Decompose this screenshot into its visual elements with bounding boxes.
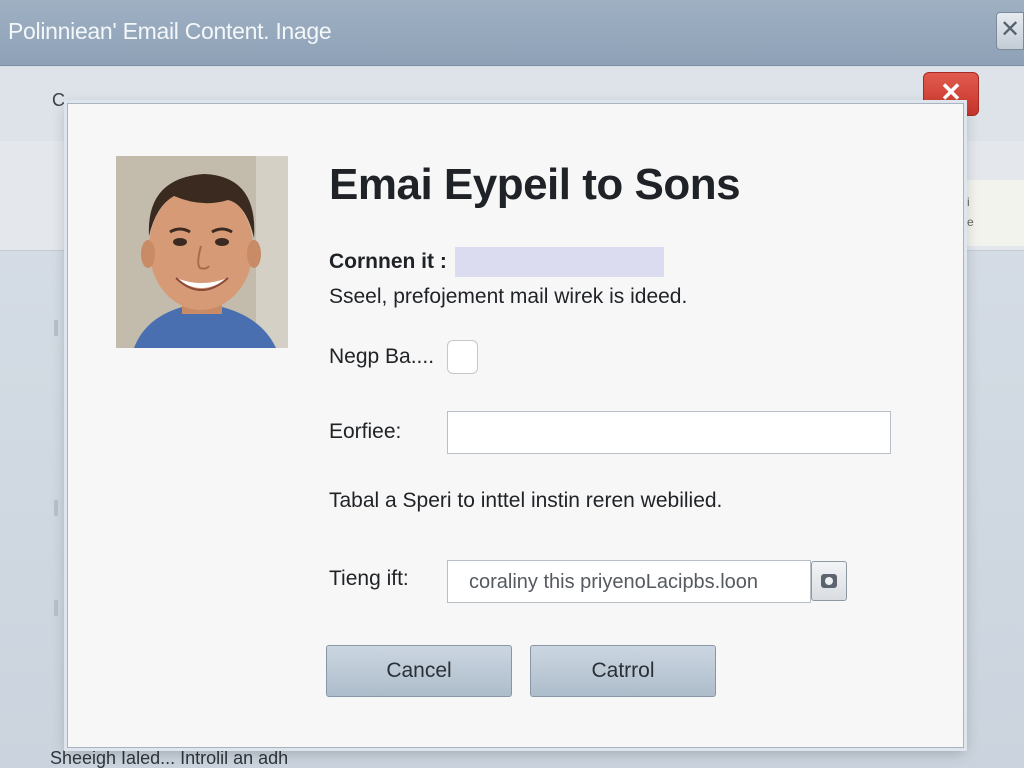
background-divider [54,600,58,616]
url-input[interactable]: coraliny this priyenoLacipbs.loon [447,560,811,603]
window-title: Polinniean' Email Content. Inage [8,18,332,44]
dialog-title: Emai Eypeil to Sons [329,160,741,209]
background-side-card: i e [958,180,1024,246]
field-input[interactable] [447,411,891,454]
cancel-button[interactable]: Cancel [326,645,512,697]
avatar [116,156,288,348]
background-divider [54,500,58,516]
background-side-text: i e [967,195,974,229]
background-divider [54,320,58,336]
option-checkbox[interactable] [447,340,478,374]
checkbox-label: Negp Ba.... [329,345,435,368]
confirm-button[interactable]: Catrrol [530,645,716,697]
email-dialog: Emai Eypeil to Sons Cornnen it : Sseel, … [67,103,964,748]
comment-description: Sseel, prefojement mail wirek is ideed. [329,285,688,308]
window-title-bar: Polinniean' Email Content. Inage ✕ [0,0,1024,66]
window-close-button[interactable]: ✕ [996,12,1024,50]
close-icon: ✕ [999,16,1021,43]
background-label: C [52,90,65,110]
comment-highlight [455,247,664,277]
background-bottom-text: Sheeigh Ialed... Introlil an adh [50,748,289,768]
comment-label: Cornnen it : [329,250,447,273]
profile-photo [116,156,288,348]
url-action-button[interactable] [811,561,847,601]
url-label: Tieng ift: [329,567,409,590]
hint-text: Tabal a Speri to inttel instin reren web… [329,489,723,512]
field-label: Eorfiee: [329,420,402,443]
image-icon [821,574,837,588]
